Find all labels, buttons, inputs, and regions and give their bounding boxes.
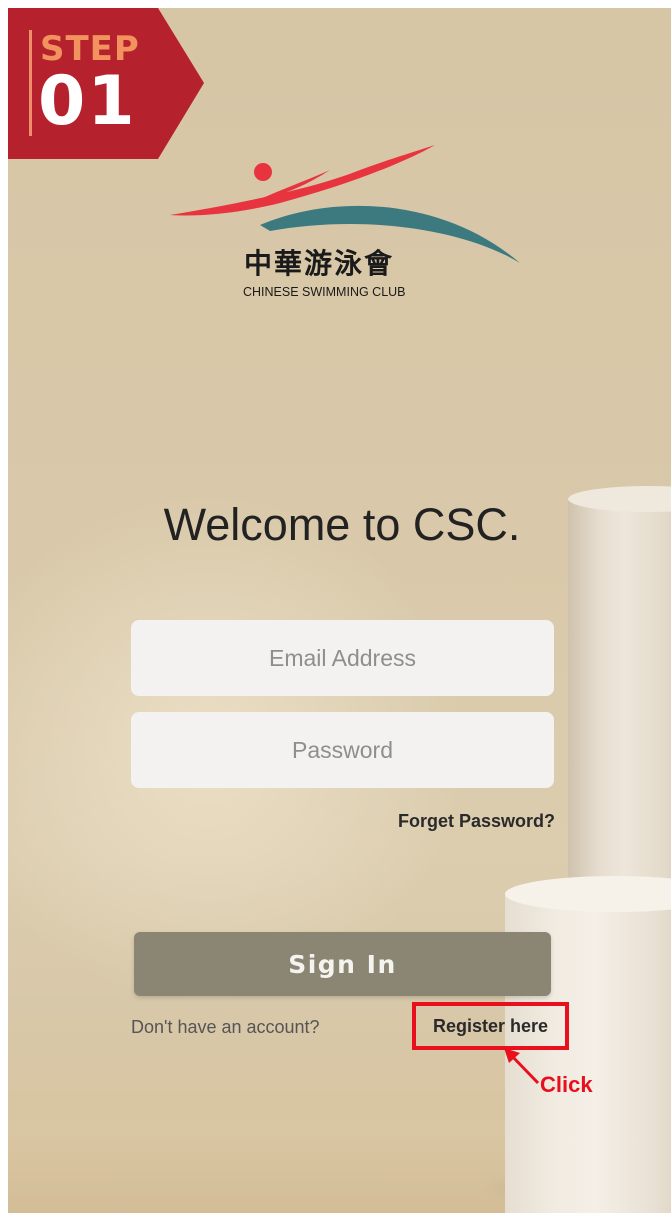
forgot-password-link[interactable]: Forget Password? (380, 808, 555, 834)
arrow-up-left-icon (504, 1048, 540, 1085)
sign-in-button[interactable]: Sign In (134, 932, 551, 996)
no-account-text: Don't have an account? (131, 1017, 320, 1037)
brand-name-english: CHINESE SWIMMING CLUB (243, 285, 406, 299)
register-link[interactable]: Register here (412, 1002, 569, 1050)
click-annotation-label: Click (540, 1072, 593, 1097)
password-field[interactable] (131, 712, 554, 788)
brand-name-chinese: 中華游泳會 (244, 247, 395, 280)
step-number: 01 (38, 62, 137, 141)
page-title: Welcome to CSC. (163, 499, 521, 550)
step-divider (29, 30, 32, 136)
email-field[interactable] (131, 620, 554, 696)
